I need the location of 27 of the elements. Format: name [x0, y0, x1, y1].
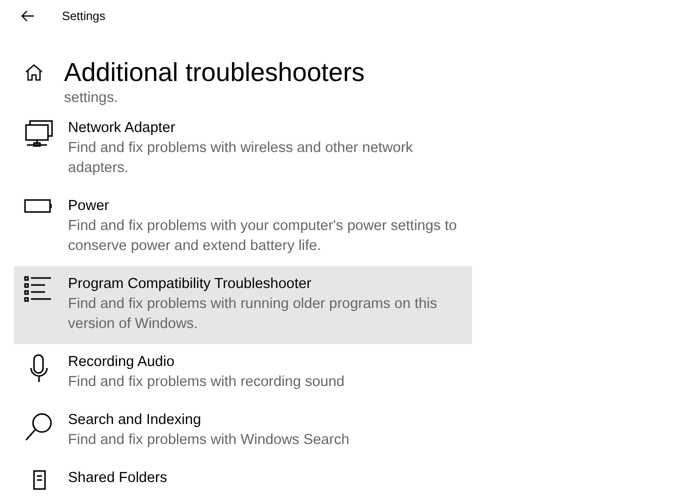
- troubleshooter-item[interactable]: Shared Folders: [14, 460, 472, 500]
- item-description: Find and fix problems with wireless and other network adapters.: [68, 139, 414, 178]
- troubleshooter-item[interactable]: Power Find and fix problems with your computer's power settings to conserve power and extend battery life.: [14, 188, 472, 266]
- troubleshooter-item[interactable]: Search and Indexing Find and fix problems with Windows Search: [14, 402, 472, 460]
- item-title: Power: [68, 197, 110, 216]
- item-title: Recording Audio: [68, 353, 176, 372]
- window-title: Settings: [62, 9, 106, 23]
- item-title: Search and Indexing: [68, 411, 202, 430]
- item-description: Find and fix problems with Windows Search: [68, 431, 350, 450]
- list-icon: [24, 276, 54, 304]
- home-icon: [25, 63, 43, 81]
- item-description: settings.: [64, 90, 119, 106]
- search-icon: [24, 412, 54, 442]
- item-description: Find and fix problems with recording sound: [68, 373, 346, 392]
- networked-computers-icon: [24, 120, 54, 148]
- item-title: Network Adapter: [68, 119, 176, 138]
- troubleshooter-item[interactable]: Program Compatibility Troubleshooter Find and fix problems with running older programs on this version of Windows.: [14, 266, 472, 344]
- item-description: Find and fix problems with running older programs on this version of Windows.: [68, 295, 438, 334]
- back-arrow-icon: [21, 10, 35, 22]
- item-description: Find and fix problems with your computer's power settings to conserve power and extend battery life.: [68, 217, 458, 256]
- page-title: Additional troubleshooters: [64, 56, 365, 89]
- item-title: Program Compatibility Troubleshooter: [68, 275, 312, 294]
- home-button[interactable]: [24, 62, 44, 82]
- troubleshooter-item[interactable]: Network Adapter Find and fix problems with wireless and other network adapters.: [14, 110, 472, 188]
- troubleshooter-item[interactable]: Recording Audio Find and fix problems with recording sound: [14, 344, 472, 402]
- battery-icon: [24, 198, 54, 214]
- item-title: Shared Folders: [68, 469, 168, 488]
